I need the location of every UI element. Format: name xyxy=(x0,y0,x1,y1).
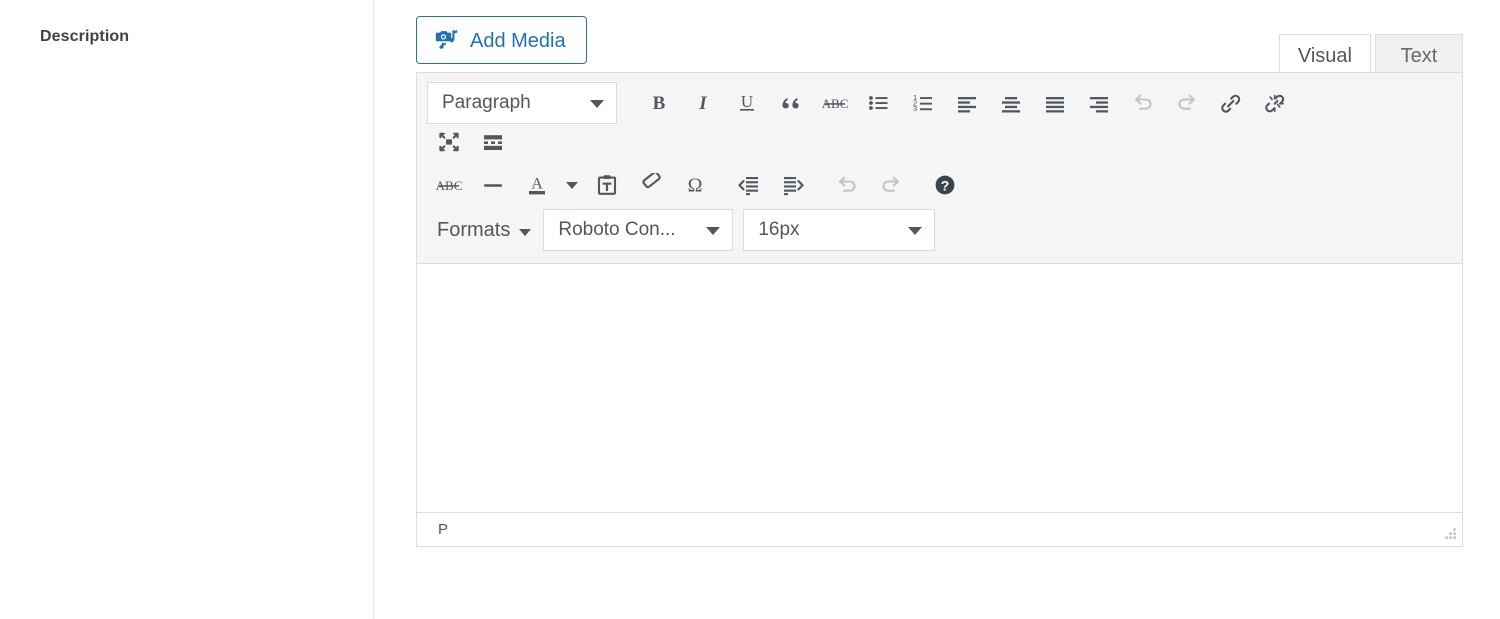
insert-link-button[interactable] xyxy=(1209,82,1253,124)
underline-button[interactable]: U xyxy=(725,82,769,124)
keyboard-shortcuts-button[interactable]: ? xyxy=(923,164,967,206)
svg-text:?: ? xyxy=(941,178,950,194)
outdent-button[interactable] xyxy=(727,164,771,206)
strikethrough-button[interactable]: ABC xyxy=(813,82,857,124)
formats-menu-button[interactable]: Formats xyxy=(427,209,543,251)
undo-button[interactable] xyxy=(1121,82,1165,124)
horizontal-rule-button[interactable] xyxy=(471,164,515,206)
add-media-button[interactable]: Add Media xyxy=(416,16,587,64)
clear-formatting-button[interactable] xyxy=(629,164,673,206)
editor-content-area[interactable] xyxy=(417,264,1462,512)
tinymce-editor: Paragraph B I U ABC 1 2 3 ABC A Ω ? Form… xyxy=(416,72,1463,547)
bold-button[interactable]: B xyxy=(637,82,681,124)
fullscreen-button[interactable] xyxy=(427,121,471,163)
font-family-value: Roboto Con... xyxy=(558,219,676,240)
editor-column: Add Media Visual Text Paragraph B I U AB… xyxy=(374,0,1500,619)
editor-toolbars: Paragraph B I U ABC 1 2 3 ABC A Ω ? Form… xyxy=(417,73,1462,264)
svg-text:I: I xyxy=(698,93,707,114)
editor-mode-tabs: Visual Text xyxy=(1278,30,1463,78)
font-size-value: 16px xyxy=(758,219,800,240)
description-field-label: Description xyxy=(40,28,130,45)
svg-text:U: U xyxy=(741,92,753,111)
resize-grip-icon[interactable] xyxy=(1440,525,1458,543)
editor-page: Description Add Media Visual Text Paragr… xyxy=(0,0,1500,619)
block-format-value: Paragraph xyxy=(442,92,531,113)
align-right-button[interactable] xyxy=(1077,82,1121,124)
font-size-select[interactable]: 16px xyxy=(743,209,936,251)
align-left-button[interactable] xyxy=(945,82,989,124)
bulleted-list-button[interactable] xyxy=(857,82,901,124)
align-justify-button[interactable] xyxy=(1033,82,1077,124)
font-family-select[interactable]: Roboto Con... xyxy=(543,209,734,251)
editor-statusbar: P xyxy=(417,512,1462,546)
chevron-down-icon xyxy=(519,219,532,242)
form-label-column: Description xyxy=(0,0,374,619)
strikethrough-button[interactable]: ABC xyxy=(427,164,471,206)
add-media-icon xyxy=(434,26,459,54)
redo-button[interactable] xyxy=(1165,82,1209,124)
svg-text:Ω: Ω xyxy=(688,175,703,197)
indent-button[interactable] xyxy=(771,164,815,206)
redo-button[interactable] xyxy=(869,164,913,206)
chevron-down-icon xyxy=(908,219,923,241)
element-path[interactable]: P xyxy=(438,521,448,538)
toolbar-row-3: ABC A Ω ? xyxy=(427,163,1452,207)
toolbar-row-2 xyxy=(427,121,1452,163)
toolbar-row-1: Paragraph B I U ABC 1 2 3 xyxy=(427,81,1452,125)
svg-text:A: A xyxy=(531,176,543,193)
align-center-button[interactable] xyxy=(989,82,1033,124)
special-character-button[interactable]: Ω xyxy=(673,164,717,206)
chevron-down-icon xyxy=(706,219,721,241)
paste-as-text-button[interactable] xyxy=(585,164,629,206)
svg-text:B: B xyxy=(653,93,666,114)
block-format-select[interactable]: Paragraph xyxy=(427,82,617,124)
text-color-button[interactable]: A xyxy=(515,164,559,206)
remove-link-button[interactable] xyxy=(1253,82,1297,124)
svg-text:3: 3 xyxy=(913,104,917,113)
read-more-button[interactable] xyxy=(471,121,515,163)
formats-menu-label: Formats xyxy=(437,218,511,241)
editor-top-bar: Add Media Visual Text xyxy=(416,16,1463,78)
italic-button[interactable]: I xyxy=(681,82,725,124)
undo-button[interactable] xyxy=(825,164,869,206)
blockquote-button[interactable] xyxy=(769,82,813,124)
text-color-dropdown[interactable] xyxy=(559,164,585,206)
chevron-down-icon xyxy=(590,92,604,114)
toolbar-row-4: Formats Roboto Con... 16px xyxy=(427,207,1452,253)
add-media-button-label: Add Media xyxy=(470,30,566,52)
numbered-list-button[interactable]: 1 2 3 xyxy=(901,82,945,124)
